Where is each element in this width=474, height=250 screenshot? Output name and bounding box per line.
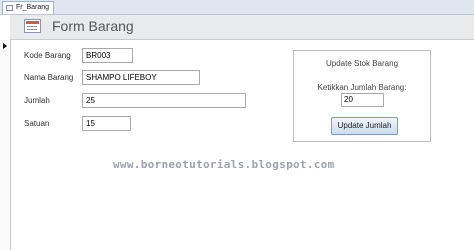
- satuan-label: Satuan: [24, 119, 50, 128]
- watermark-text: www.borneotutorials.blogspot.com: [113, 158, 335, 171]
- form-header: Form Barang: [10, 15, 474, 40]
- nama-barang-field[interactable]: SHAMPO LIFEBOY: [82, 70, 200, 85]
- kode-barang-field[interactable]: BR003: [82, 48, 133, 63]
- kode-barang-label: Kode Barang: [24, 51, 71, 60]
- tab-label: Fr_Barang: [16, 4, 50, 11]
- document-tab-bar: Fr_Barang: [0, 0, 474, 15]
- update-stok-panel: Update Stok Barang Ketikkan Jumlah Baran…: [293, 50, 431, 142]
- update-panel-prompt: Ketikkan Jumlah Barang:: [317, 83, 407, 92]
- tab-fr-barang[interactable]: Fr_Barang: [2, 1, 54, 14]
- nama-barang-label: Nama Barang: [24, 73, 74, 82]
- satuan-field[interactable]: 15: [82, 116, 131, 131]
- update-panel-title: Update Stok Barang: [325, 59, 399, 68]
- form-tab-icon: [6, 5, 13, 11]
- record-selector-bar[interactable]: [0, 40, 11, 250]
- jumlah-label: Jumlah: [24, 96, 50, 105]
- update-jumlah-button[interactable]: Update Jumlah: [331, 117, 398, 135]
- jumlah-update-input[interactable]: 20: [341, 93, 384, 107]
- current-record-arrow-icon: [3, 43, 7, 49]
- jumlah-field[interactable]: 25: [82, 93, 246, 108]
- form-title: Form Barang: [52, 18, 134, 34]
- form-icon: [24, 19, 41, 33]
